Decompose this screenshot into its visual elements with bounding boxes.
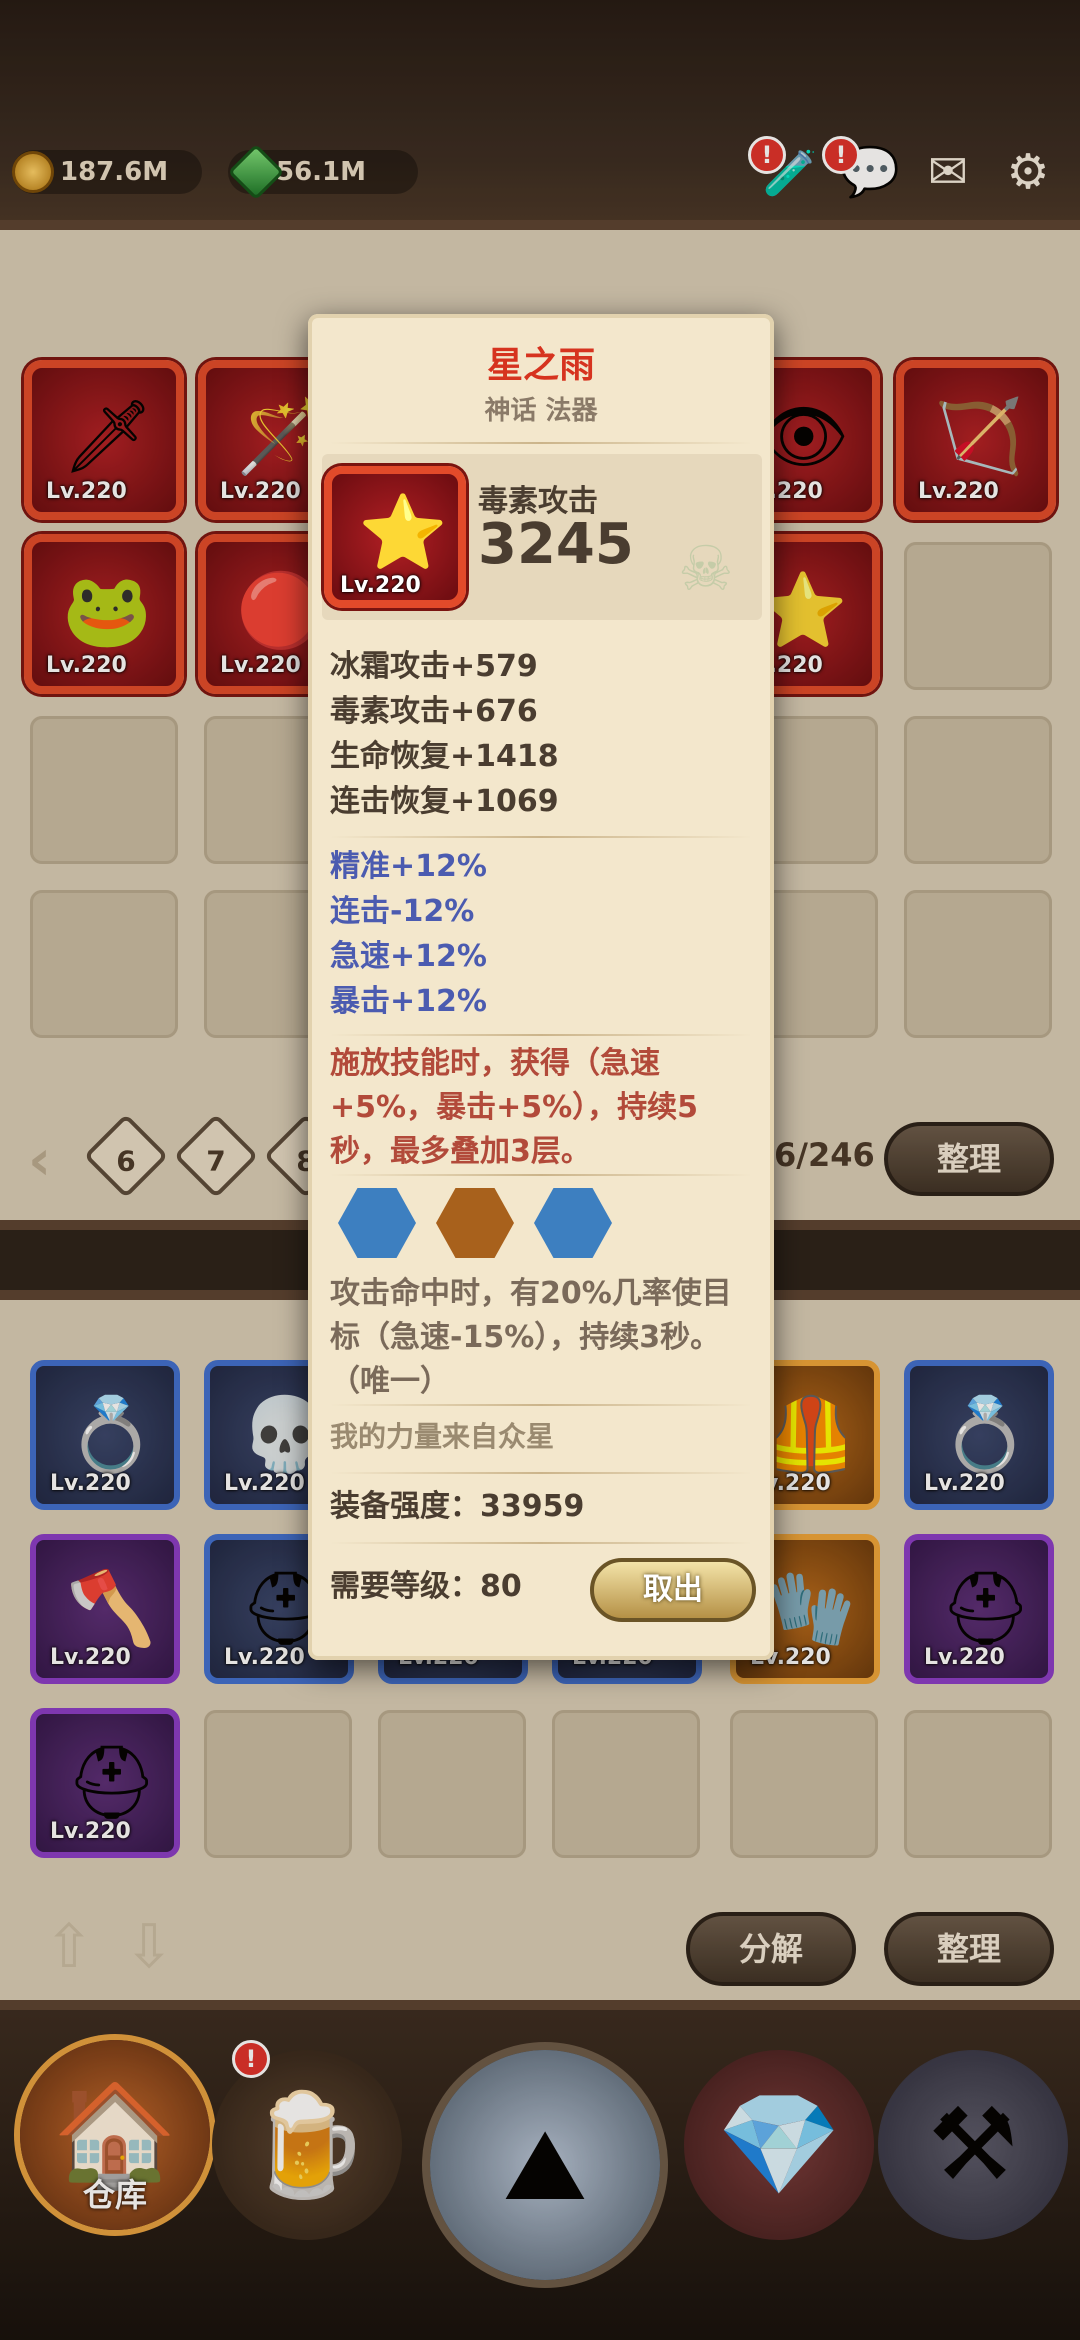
- base-stat: 生命恢复+1418: [330, 739, 559, 774]
- bronze-socket-icon[interactable]: [436, 1188, 514, 1258]
- main-stat-value: 3245: [478, 512, 634, 577]
- item-detail-popup: 星之雨 神话 法器 ⭐ Lv.220 毒素攻击 3245 ☠ 冰霜攻击+579 …: [308, 314, 774, 1660]
- blue-socket-icon[interactable]: [338, 1188, 416, 1258]
- base-stat: 连击恢复+1069: [330, 784, 559, 819]
- bonus-stat: 精准+12%: [330, 849, 487, 884]
- poison-skull-icon: ☠: [678, 532, 734, 605]
- unique-effect-text: 攻击命中时，有20%几率使目标（急速-15%），持续3秒。（唯一）: [330, 1276, 732, 1399]
- item-portrait: ⭐ Lv.220: [324, 466, 466, 608]
- star-relic-icon: ⭐: [358, 490, 448, 574]
- take-out-button[interactable]: 取出: [590, 1558, 756, 1622]
- item-rarity-type: 神话 法器: [484, 396, 598, 426]
- gear-power: 装备强度：33959: [330, 1489, 585, 1524]
- flavor-text: 我的力量来自众星: [330, 1420, 555, 1453]
- base-stat: 毒素攻击+676: [330, 694, 538, 729]
- bonus-stat: 连击-12%: [330, 894, 475, 929]
- bonus-stat: 急速+12%: [330, 939, 487, 974]
- item-name: 星之雨: [486, 345, 595, 386]
- blue-socket-icon[interactable]: [534, 1188, 612, 1258]
- required-level: 需要等级：80: [330, 1569, 522, 1604]
- base-stat: 冰霜攻击+579: [330, 649, 538, 684]
- bonus-stat: 暴击+12%: [330, 984, 487, 1019]
- skill-effect-text: 施放技能时，获得（急速+5%，暴击+5%），持续5秒，最多叠加3层。: [330, 1046, 699, 1169]
